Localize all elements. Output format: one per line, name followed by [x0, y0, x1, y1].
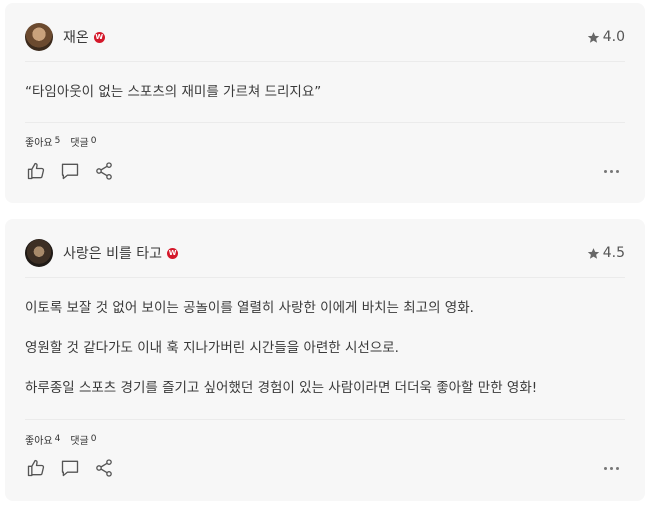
username[interactable]: 사랑은 비를 타고: [63, 243, 162, 263]
comment-icon: [61, 460, 79, 477]
like-button[interactable]: [25, 457, 47, 479]
comment-icon: [61, 163, 79, 180]
share-icon: [96, 162, 112, 180]
rating: 4.5: [587, 245, 625, 261]
likes-stat: 좋아요 4: [25, 432, 60, 447]
star-icon: [587, 247, 599, 259]
avatar[interactable]: [25, 239, 53, 267]
divider: [25, 122, 625, 123]
more-icon: [610, 169, 613, 173]
like-button[interactable]: [25, 160, 47, 182]
review-text: 영원할 것 같다가도 이내 훅 지나가버린 시간들을 아련한 시선으로.: [25, 340, 399, 356]
thumbs-up-icon: [27, 459, 45, 477]
review-actions: [25, 457, 625, 479]
review-actions: [25, 160, 625, 182]
likes-label: 좋아요: [25, 436, 53, 447]
likes-label: 좋아요: [25, 138, 53, 149]
reviews-list: 재온 W 4.0 “타임아웃이 없는 스포츠의 재미를 가르쳐 드리지요” 좋아…: [0, 0, 652, 507]
comments-label: 댓글: [70, 436, 89, 447]
review-text: “타임아웃이 없는 스포츠의 재미를 가르쳐 드리지요”: [25, 84, 322, 100]
review-text: 하루종일 스포츠 경기를 즐기고 싶어했던 경험이 있는 사람이라면 더더욱 좋…: [25, 380, 538, 396]
likes-count: 5: [54, 136, 61, 146]
username[interactable]: 재온: [63, 27, 89, 47]
likes-stat: 좋아요 5: [25, 134, 60, 149]
divider: [25, 419, 625, 420]
review-text: 이토록 보잘 것 없어 보이는 공놀이를 열렬히 사랑한 이에게 바치는 최고의…: [25, 300, 474, 316]
more-icon: [616, 169, 619, 173]
review-header: 사랑은 비를 타고 W 4.5: [25, 237, 625, 269]
rating-value: 4.0: [602, 29, 625, 45]
share-button[interactable]: [93, 160, 115, 182]
share-icon: [96, 459, 112, 477]
review-stats: 좋아요 4 댓글 0: [25, 432, 96, 447]
verified-badge-icon: W: [167, 247, 179, 259]
thumbs-up-icon: [27, 162, 45, 180]
comment-button[interactable]: [59, 457, 81, 479]
comments-stat: 댓글 0: [70, 134, 96, 149]
review-card: 사랑은 비를 타고 W 4.5 이토록 보잘 것 없어 보이는 공놀이를 열렬히…: [5, 219, 645, 501]
likes-count: 4: [54, 434, 61, 444]
review-body[interactable]: 이토록 보잘 것 없어 보이는 공놀이를 열렬히 사랑한 이에게 바치는 최고의…: [25, 298, 625, 398]
rating: 4.0: [587, 29, 625, 45]
comments-count: 0: [90, 434, 97, 444]
divider: [25, 61, 625, 62]
comments-label: 댓글: [70, 138, 89, 149]
star-icon: [587, 31, 599, 43]
comments-stat: 댓글 0: [70, 432, 96, 447]
more-icon: [604, 466, 607, 470]
more-button[interactable]: [604, 169, 625, 173]
review-card: 재온 W 4.0 “타임아웃이 없는 스포츠의 재미를 가르쳐 드리지요” 좋아…: [5, 3, 645, 203]
review-stats: 좋아요 5 댓글 0: [25, 134, 96, 149]
review-body[interactable]: “타임아웃이 없는 스포츠의 재미를 가르쳐 드리지요”: [25, 82, 625, 102]
comments-count: 0: [90, 136, 97, 146]
more-button[interactable]: [604, 466, 625, 470]
more-icon: [604, 169, 607, 173]
review-header: 재온 W 4.0: [25, 21, 625, 53]
rating-value: 4.5: [602, 245, 625, 261]
avatar[interactable]: [25, 23, 53, 51]
more-icon: [610, 466, 613, 470]
verified-badge-icon: W: [93, 31, 105, 43]
share-button[interactable]: [93, 457, 115, 479]
divider: [25, 277, 625, 278]
more-icon: [616, 466, 619, 470]
comment-button[interactable]: [59, 160, 81, 182]
